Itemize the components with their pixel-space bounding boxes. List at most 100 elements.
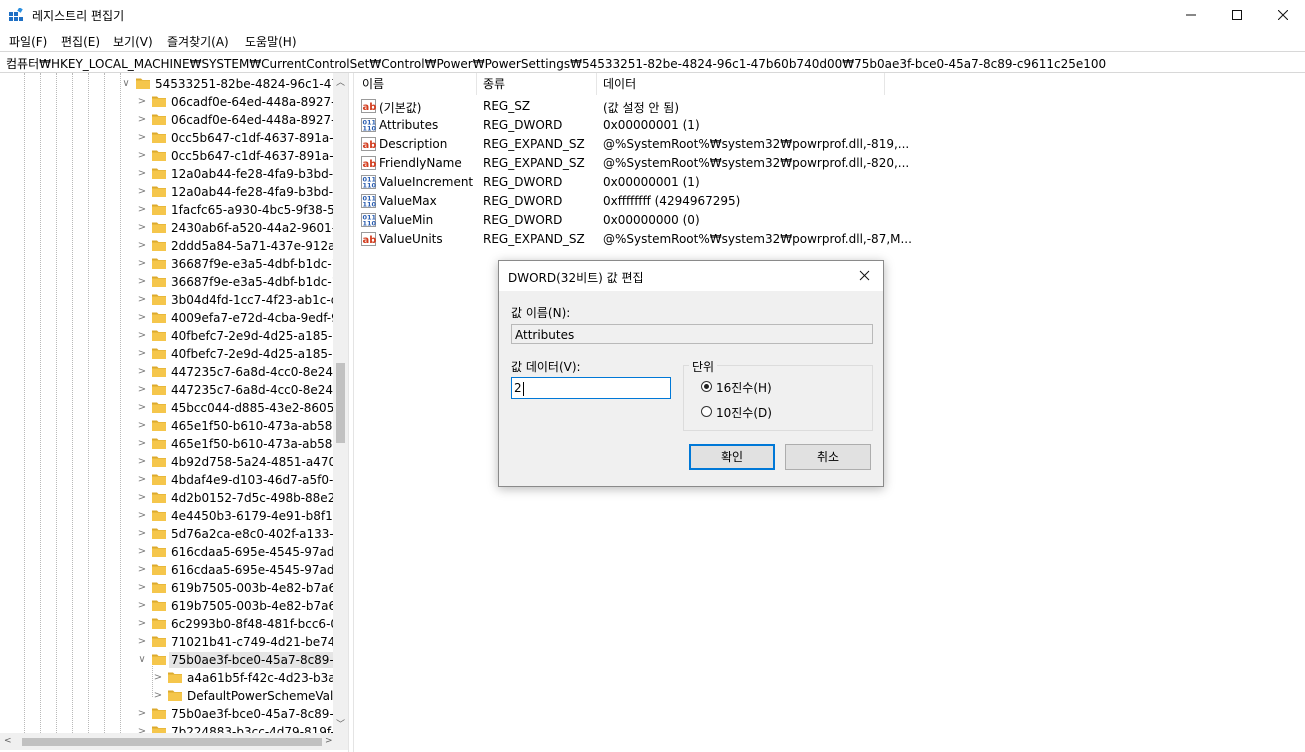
chevron-right-icon[interactable]: >	[137, 438, 147, 450]
chevron-right-icon[interactable]: >	[137, 546, 147, 558]
tree-node[interactable]: >0cc5b647-c1df-4637-891a-d	[0, 147, 341, 165]
tree-node-label[interactable]: 75b0ae3f-bce0-45a7-8c89-c9	[169, 706, 348, 722]
tree-node-label[interactable]: a4a61b5f-f42c-4d23-b3ab	[185, 670, 345, 686]
chevron-right-icon[interactable]: >	[137, 510, 147, 522]
tree-node-label[interactable]: 619b7505-003b-4e82-b7a6-	[169, 580, 342, 596]
close-button[interactable]	[1260, 0, 1305, 30]
chevron-right-icon[interactable]: >	[137, 114, 147, 126]
tree-node[interactable]: >619b7505-003b-4e82-b7a6-	[0, 597, 341, 615]
tree-node[interactable]: >619b7505-003b-4e82-b7a6-	[0, 579, 341, 597]
tree-node-label[interactable]: 619b7505-003b-4e82-b7a6-	[169, 598, 342, 614]
tree-node-label[interactable]: 4bdaf4e9-d103-46d7-a5f0-6	[169, 472, 343, 488]
tree-node[interactable]: >5d76a2ca-e8c0-402f-a133-2	[0, 525, 342, 543]
tree-node[interactable]: >40fbefc7-2e9d-4d25-a185-0c	[0, 345, 347, 363]
tree-node[interactable]: >75b0ae3f-bce0-45a7-8c89-c9	[0, 705, 348, 723]
tree-node[interactable]: >4bdaf4e9-d103-46d7-a5f0-6	[0, 471, 341, 489]
tree-node[interactable]: >71021b41-c749-4d21-be74-	[0, 633, 340, 651]
dialog-close-button[interactable]	[853, 266, 875, 286]
decimal-radio[interactable]	[701, 406, 712, 417]
column-header-data[interactable]: 데이터	[603, 73, 636, 95]
cancel-button[interactable]: 취소	[785, 444, 871, 470]
chevron-right-icon[interactable]: >	[137, 222, 147, 234]
tree-node-label[interactable]: 36687f9e-e3a5-4dbf-b1dc-1!	[169, 274, 346, 290]
tree-horizontal-scroll-thumb[interactable]	[22, 738, 322, 746]
ok-button[interactable]: 확인	[689, 444, 775, 470]
tree-node-label[interactable]: 36687f9e-e3a5-4dbf-b1dc-1!	[169, 256, 346, 272]
registry-value-row[interactable]: ab ValueUnits REG_EXPAND_SZ @%SystemRoot%₩s…	[354, 230, 1254, 249]
menu-help[interactable]: 도움말(H)	[245, 33, 297, 50]
chevron-right-icon[interactable]: >	[137, 384, 147, 396]
chevron-right-icon[interactable]: >	[137, 240, 147, 252]
tree-node-label[interactable]: 4e4450b3-6179-4e91-b8f1-5	[169, 508, 347, 524]
tree-node-child[interactable]: > DefaultPowerSchemeValue	[0, 687, 348, 705]
chevron-down-icon[interactable]: ∨	[137, 654, 147, 666]
registry-value-row[interactable]: 011 110 Attributes REG_DWORD 0x00000001 (1)	[354, 116, 1254, 135]
tree-vertical-scrollbar[interactable]: ︿ ﹀	[333, 73, 348, 733]
chevron-right-icon[interactable]: >	[153, 690, 163, 702]
chevron-right-icon[interactable]: >	[137, 204, 147, 216]
tree-node-label[interactable]: 0cc5b647-c1df-4637-891a-d	[169, 130, 343, 146]
hex-radio[interactable]	[701, 381, 712, 392]
tree-node[interactable]: >4b92d758-5a24-4851-a470-	[0, 453, 341, 471]
tree-vertical-scroll-thumb[interactable]	[336, 363, 345, 443]
tree-node[interactable]: >1facfc65-a930-4bc5-9f38-50	[0, 201, 343, 219]
registry-value-row[interactable]: 011 110 ValueMin REG_DWORD 0x00000000 (0)	[354, 211, 1254, 230]
chevron-right-icon[interactable]: >	[137, 330, 147, 342]
chevron-down-icon[interactable]: ∨	[121, 78, 131, 90]
chevron-right-icon[interactable]: >	[137, 492, 147, 504]
scroll-down-icon[interactable]: ﹀	[336, 717, 345, 730]
scroll-up-icon[interactable]: ︿	[336, 75, 345, 88]
tree-node[interactable]: >12a0ab44-fe28-4fa9-b3bd-4l	[0, 183, 344, 201]
column-separator[interactable]	[476, 73, 477, 95]
hex-radio-label[interactable]: 16진수(H)	[716, 379, 772, 396]
tree-node[interactable]: >4e4450b3-6179-4e91-b8f1-5	[0, 507, 345, 525]
value-data-text[interactable]: 2	[514, 381, 522, 395]
tree-node-label[interactable]: 616cdaa5-695e-4545-97ad-9	[169, 544, 348, 560]
menu-edit[interactable]: 편집(E)	[61, 33, 100, 50]
registry-value-row[interactable]: ab Description REG_EXPAND_SZ @%SystemRoot%₩…	[354, 135, 1254, 154]
chevron-right-icon[interactable]: >	[137, 168, 147, 180]
tree-node[interactable]: >40fbefc7-2e9d-4d25-a185-0c	[0, 327, 347, 345]
tree-node[interactable]: >465e1f50-b610-473a-ab58-0	[0, 417, 345, 435]
tree-node[interactable]: >4009efa7-e72d-4cba-9edf-91	[0, 309, 347, 327]
chevron-right-icon[interactable]: >	[137, 564, 147, 576]
chevron-right-icon[interactable]: >	[137, 348, 147, 360]
tree-node-label[interactable]: 2ddd5a84-5a71-437e-912a-c	[169, 238, 348, 254]
tree-node-label[interactable]: 465e1f50-b610-473a-ab58-0	[169, 418, 346, 434]
tree-node[interactable]: >447235c7-6a8d-4cc0-8e24-9	[0, 363, 345, 381]
tree-node-label[interactable]: 06cadf0e-64ed-448a-8927-c	[169, 94, 344, 110]
tree-node-label[interactable]: 0cc5b647-c1df-4637-891a-d	[169, 148, 343, 164]
tree-node[interactable]: >36687f9e-e3a5-4dbf-b1dc-1!	[0, 273, 344, 291]
tree-node-label[interactable]: 6c2993b0-8f48-481f-bcc6-0	[169, 616, 340, 632]
tree-node-label[interactable]: 4d2b0152-7d5c-498b-88e2-	[169, 490, 342, 506]
chevron-right-icon[interactable]: >	[137, 96, 147, 108]
tree-node-label[interactable]: 40fbefc7-2e9d-4d25-a185-0c	[169, 328, 348, 344]
chevron-right-icon[interactable]: >	[137, 708, 147, 720]
menu-view[interactable]: 보기(V)	[113, 33, 153, 50]
chevron-right-icon[interactable]: >	[137, 582, 147, 594]
value-data-input[interactable]: 2	[511, 377, 671, 399]
chevron-right-icon[interactable]: >	[137, 402, 147, 414]
registry-value-row[interactable]: 011 110 ValueIncrement REG_DWORD 0x00000001 …	[354, 173, 1254, 192]
tree-node-label[interactable]: 45bcc044-d885-43e2-8605-e	[169, 400, 348, 416]
menu-file[interactable]: 파일(F)	[9, 33, 47, 50]
tree-node-selected[interactable]: ∨ 75b0ae3f-bce0-45a7-8c89-c9	[0, 651, 348, 669]
tree-node[interactable]: >12a0ab44-fe28-4fa9-b3bd-4l	[0, 165, 344, 183]
tree-node[interactable]: >4d2b0152-7d5c-498b-88e2-	[0, 489, 340, 507]
registry-value-row[interactable]: ab (기본값) REG_SZ (값 설정 안 됨)	[354, 97, 1254, 116]
tree-node-label[interactable]: 2430ab6f-a520-44a2-9601-f	[169, 220, 342, 236]
tree-node-label[interactable]: 54533251-82be-4824-96c1-47b	[153, 76, 348, 92]
maximize-button[interactable]	[1214, 0, 1260, 30]
tree-node[interactable]: >06cadf0e-64ed-448a-8927-c	[0, 93, 342, 111]
tree-node-label[interactable]: 4009efa7-e72d-4cba-9edf-91	[169, 310, 348, 326]
tree-node[interactable]: >0cc5b647-c1df-4637-891a-d	[0, 129, 341, 147]
tree-node[interactable]: >2430ab6f-a520-44a2-9601-f	[0, 219, 341, 237]
tree-node[interactable]: >616cdaa5-695e-4545-97ad-9	[0, 561, 347, 579]
tree-node-label[interactable]: 12a0ab44-fe28-4fa9-b3bd-4l	[169, 184, 346, 200]
registry-value-row[interactable]: ab FriendlyName REG_EXPAND_SZ @%SystemRoot%…	[354, 154, 1254, 173]
address-bar[interactable]: 컴퓨터₩HKEY_LOCAL_MACHINE₩SYSTEM₩CurrentCon…	[0, 51, 1305, 73]
tree-node[interactable]: >3b04d4fd-1cc7-4f23-ab1c-d	[0, 291, 339, 309]
tree-node[interactable]: >6c2993b0-8f48-481f-bcc6-0	[0, 615, 338, 633]
chevron-right-icon[interactable]: >	[137, 420, 147, 432]
tree-node[interactable]: >616cdaa5-695e-4545-97ad-9	[0, 543, 347, 561]
